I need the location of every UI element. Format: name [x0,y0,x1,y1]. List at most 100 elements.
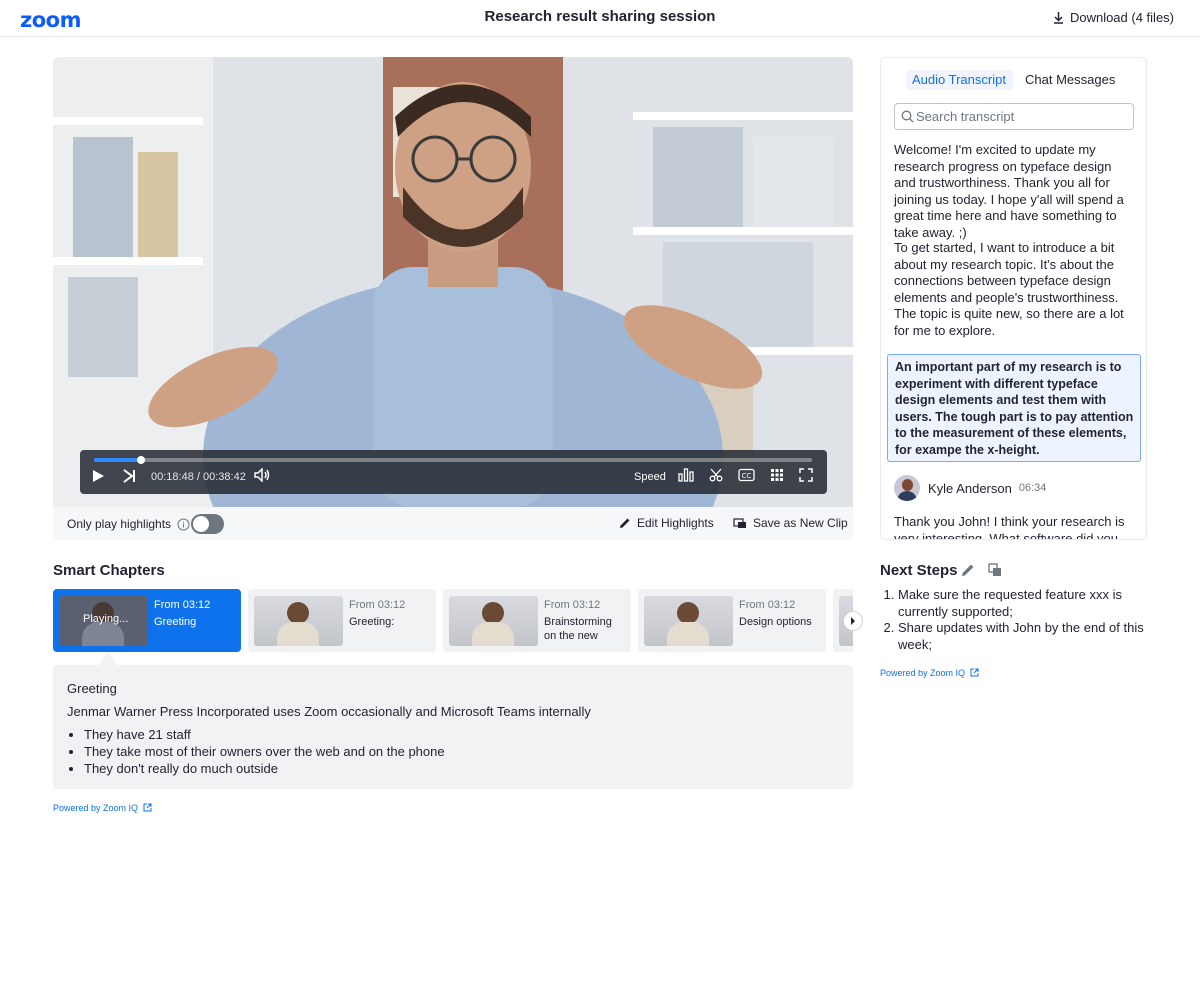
external-link-icon [143,803,152,812]
pencil-icon [962,564,974,576]
thumbnail-torso [277,622,319,646]
save-clip-icon [733,518,746,528]
powered-by-label: Powered by Zoom IQ [880,668,966,678]
copy-icon [988,563,1001,576]
player-controls: 00:18:48 / 00:38:42 Speed CC [80,450,827,494]
time-readout: 00:18:48 / 00:38:42 [151,471,246,483]
next-steps-heading: Next Steps [880,562,958,579]
edit-highlights-label: Edit Highlights [637,516,714,530]
chapter-thumbnail: Playing... [59,596,148,646]
volume-icon [254,467,270,483]
only-highlights-label: Only play highlights [67,517,172,531]
chapter-card[interactable]: From 03:12 Greeting: [248,589,436,652]
save-new-clip-button[interactable]: Save as New Clip [733,516,848,530]
download-label: Download (4 files) [1069,10,1174,25]
chapter-title: Greeting [154,616,197,628]
bullet-item: They have 21 staff [84,726,445,743]
edit-highlights-button[interactable]: Edit Highlights [619,516,714,530]
chapters-next-button[interactable] [843,611,863,631]
chapter-card[interactable]: From 03:12 Design options [638,589,826,652]
skip-next-icon [123,469,135,483]
thumbnail-face [287,602,309,624]
download-icon [1053,11,1063,24]
chapter-from: From 03:12 [739,599,796,611]
caret-right-icon [851,617,855,625]
transcript-tabs: Audio Transcript Chat Messages [906,70,1126,90]
chapter-from: From 03:12 [544,599,601,611]
clip-button[interactable] [709,468,723,485]
info-icon[interactable] [177,518,190,531]
play-button[interactable] [92,469,105,486]
avatar [894,475,920,501]
fullscreen-icon [799,468,813,482]
playing-label: Playing... [83,613,129,625]
only-highlights-toggle[interactable] [191,514,224,534]
highlighted-transcript[interactable]: An important part of my research is to e… [887,354,1141,462]
search-input[interactable] [916,108,1126,125]
search-icon [901,110,914,123]
powered-by-zoom-iq-link[interactable]: Powered by Zoom IQ [53,803,152,813]
volume-button[interactable] [254,467,271,485]
transcript-panel: Audio Transcript Chat Messages Welcome! … [880,57,1147,540]
bar-chart-icon [678,468,694,482]
chapter-title: Design options [739,616,812,628]
thumbnail-face [482,602,504,624]
pencil-icon [620,518,630,528]
page-title: Research result sharing session [484,8,716,25]
chapter-title: Greeting: [349,616,395,628]
chapters-carousel: Playing... From 03:12 Greeting From 03:1… [53,589,853,652]
highlights-chart-button[interactable] [678,468,694,485]
svg-text:CC: CC [742,472,752,480]
chapter-card[interactable]: From 03:12 Brainstorming on the new ide.… [443,589,631,652]
powered-by-zoom-iq-link[interactable]: Powered by Zoom IQ [880,668,979,678]
tab-chat-messages[interactable]: Chat Messages [1025,72,1115,87]
save-clip-label: Save as New Clip [753,516,848,530]
transcript-paragraph: To get started, I want to introduce a bi… [894,240,1124,338]
external-link-icon [970,668,979,677]
captions-button[interactable]: CC [738,468,755,485]
thumbnail-torso [472,622,514,646]
toggle-knob [193,516,209,532]
fullscreen-button[interactable] [799,468,813,485]
chapter-detail: Greeting Jenmar Warner Press Incorporate… [53,665,853,789]
transcript-paragraph: Thank you John! I think your research is… [894,514,1125,540]
progress-bar[interactable] [94,456,812,464]
scissors-icon [709,468,723,482]
play-icon [93,470,104,482]
avatar-body [897,491,917,501]
avatar-head [902,479,913,491]
speed-button[interactable]: Speed [634,471,666,483]
chapter-thumbnail [644,596,733,646]
chapter-detail-title: Greeting [67,681,117,696]
next-step-item: Make sure the requested feature xxx is c… [898,587,1148,620]
chapter-from: From 03:12 [349,599,406,611]
progress-handle[interactable] [137,456,146,464]
top-bar: zoom Research result sharing session Dow… [0,0,1200,37]
thumbnail-torso [667,622,709,646]
powered-by-label: Powered by Zoom IQ [53,803,139,813]
video-frame[interactable]: 00:18:48 / 00:38:42 Speed CC [53,57,853,507]
thumbnail-face [677,602,699,624]
next-steps-list: Make sure the requested feature xxx is c… [898,587,1148,653]
thumbnail-torso [82,622,124,646]
video-footer: Only play highlights Edit Highlights Sav… [53,507,853,540]
edit-next-steps-button[interactable] [961,563,975,582]
bullet-item: They don't really do much outside [84,760,445,777]
chapter-detail-pointer [99,652,117,665]
chapter-thumbnail [254,596,343,646]
video-panel: 00:18:48 / 00:38:42 Speed CC Only play h… [53,57,853,540]
download-button[interactable]: Download (4 files) [1053,10,1174,25]
grid-icon [771,469,783,481]
layout-button[interactable] [770,468,784,485]
highlighted-text: An important part of my research is to e… [895,360,1134,457]
copy-next-steps-button[interactable] [988,563,1002,582]
transcript-paragraph: Welcome! I'm excited to update my resear… [894,142,1124,240]
tab-audio-transcript[interactable]: Audio Transcript [912,72,1006,87]
progress-fill [94,458,142,462]
chapter-thumbnail [449,596,538,646]
video-scene [53,57,853,507]
speaker-time[interactable]: 06:34 [1019,482,1047,494]
chapter-card[interactable]: Playing... From 03:12 Greeting [53,589,241,652]
bullet-item: They take most of their owners over the … [84,743,445,760]
skip-next-button[interactable] [123,469,136,486]
